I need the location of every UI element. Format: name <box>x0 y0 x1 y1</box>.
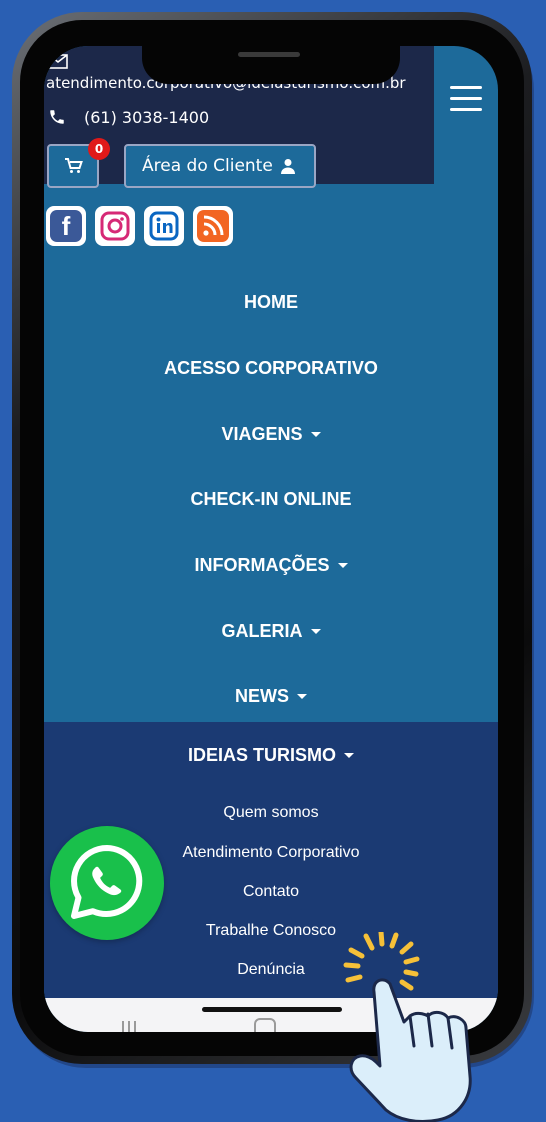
user-icon <box>281 159 295 174</box>
facebook-icon: f <box>50 210 82 242</box>
menu-item-label: INFORMAÇÕES <box>194 555 330 576</box>
mail-icon <box>48 54 68 69</box>
whatsapp-button[interactable] <box>50 826 164 940</box>
menu-item-informacoes[interactable]: INFORMAÇÕES <box>44 533 498 599</box>
caret-down-icon <box>310 431 321 437</box>
home-button-icon[interactable] <box>254 1018 276 1032</box>
menu-item-label: IDEIAS TURISMO <box>187 744 336 765</box>
social-links: f <box>46 206 233 246</box>
menu-item-galeria[interactable]: GALERIA <box>44 598 498 664</box>
menu-item-label: VIAGENS <box>221 423 303 444</box>
contact-phone[interactable]: (61) 3038-1400 <box>84 108 209 127</box>
menu-item-ideias-turismo[interactable]: IDEIAS TURISMO <box>44 722 498 788</box>
whatsapp-icon <box>71 845 143 919</box>
pointing-hand-illustration <box>343 932 472 1122</box>
caret-down-icon <box>297 694 307 700</box>
phone-icon <box>50 110 64 124</box>
caret-down-icon <box>344 752 354 758</box>
menu-item-check-in[interactable]: CHECK-IN ONLINE <box>44 467 498 533</box>
menu-item-label: HOME <box>244 292 298 313</box>
submenu-item-quem-somos[interactable]: Quem somos <box>44 804 498 822</box>
cart-count-badge: 0 <box>88 138 110 160</box>
main-menu: HOME ACESSO CORPORATIVO VIAGENS CHECK-IN… <box>44 270 498 730</box>
linkedin-icon <box>149 211 179 241</box>
instagram-icon <box>100 211 130 241</box>
client-area-label: Área do Cliente <box>142 156 273 176</box>
menu-item-home[interactable]: HOME <box>44 270 498 336</box>
menu-item-label: ACESSO CORPORATIVO <box>164 358 378 379</box>
linkedin-link[interactable] <box>144 206 184 246</box>
home-indicator <box>202 1007 342 1012</box>
caret-down-icon <box>337 563 348 569</box>
rss-icon <box>197 210 229 242</box>
menu-item-news[interactable]: NEWS <box>44 664 498 730</box>
phone-speaker <box>238 52 300 57</box>
instagram-link[interactable] <box>95 206 135 246</box>
menu-item-label: GALERIA <box>221 620 303 641</box>
rss-link[interactable] <box>193 206 233 246</box>
cart-icon <box>65 158 83 173</box>
hamburger-menu-icon[interactable] <box>450 86 482 112</box>
caret-down-icon <box>310 628 321 634</box>
client-area-button[interactable]: Área do Cliente <box>124 144 316 188</box>
menu-item-acesso-corporativo[interactable]: ACESSO CORPORATIVO <box>44 336 498 402</box>
menu-item-label: CHECK-IN ONLINE <box>190 489 352 510</box>
menu-item-label: NEWS <box>235 686 289 707</box>
facebook-link[interactable]: f <box>46 206 86 246</box>
recent-apps-icon[interactable] <box>122 1020 142 1032</box>
menu-item-viagens[interactable]: VIAGENS <box>44 401 498 467</box>
